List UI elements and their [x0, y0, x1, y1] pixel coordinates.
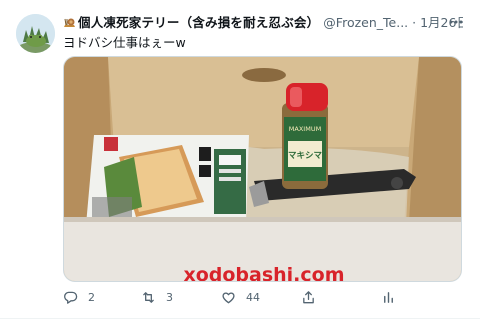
spice-brand-text: MAXIMUM: [289, 125, 321, 133]
tweet-actions: 2 3 44: [63, 287, 403, 307]
analytics-icon: [384, 291, 393, 303]
user-handle[interactable]: @Frozen_Te...: [323, 15, 408, 30]
reply-icon: [64, 291, 78, 304]
share-button[interactable]: [301, 287, 316, 307]
like-count: 44: [246, 290, 260, 304]
spice-label-text: マキシマ: [288, 151, 323, 161]
separator-dot: ·: [412, 15, 417, 30]
reply-count: 2: [88, 290, 95, 304]
retweet-icon: [143, 291, 154, 303]
snail-emoji-icon: [64, 18, 75, 27]
reply-button[interactable]: 2: [63, 287, 95, 307]
avatar[interactable]: [16, 14, 55, 53]
tweet-header: 個人凍死家テリー（含み損を耐え忍ぶ会） @Frozen_Te... · 1月26…: [63, 13, 463, 33]
tweet[interactable]: 個人凍死家テリー（含み損を耐え忍ぶ会） @Frozen_Te... · 1月26…: [0, 0, 480, 319]
photo-image: MAXIMUM マキシマ xodobashi.com: [64, 57, 461, 282]
more-icon: [449, 20, 463, 24]
retweet-count: 3: [166, 290, 173, 304]
tweet-photo[interactable]: MAXIMUM マキシマ xodobashi.com: [63, 56, 462, 282]
more-button[interactable]: [447, 13, 465, 31]
heart-icon: [222, 291, 235, 303]
box-print-text: xodobashi.com: [183, 264, 344, 282]
display-name[interactable]: 個人凍死家テリー（含み損を耐え忍ぶ会）: [78, 15, 319, 30]
frog-avatar-icon: [16, 14, 55, 53]
analytics-button[interactable]: [381, 287, 396, 307]
retweet-button[interactable]: 3: [141, 287, 173, 307]
like-button[interactable]: 44: [221, 287, 260, 307]
tweet-text: ヨドバシ仕事はぇーw: [63, 35, 186, 50]
share-icon: [303, 290, 314, 303]
